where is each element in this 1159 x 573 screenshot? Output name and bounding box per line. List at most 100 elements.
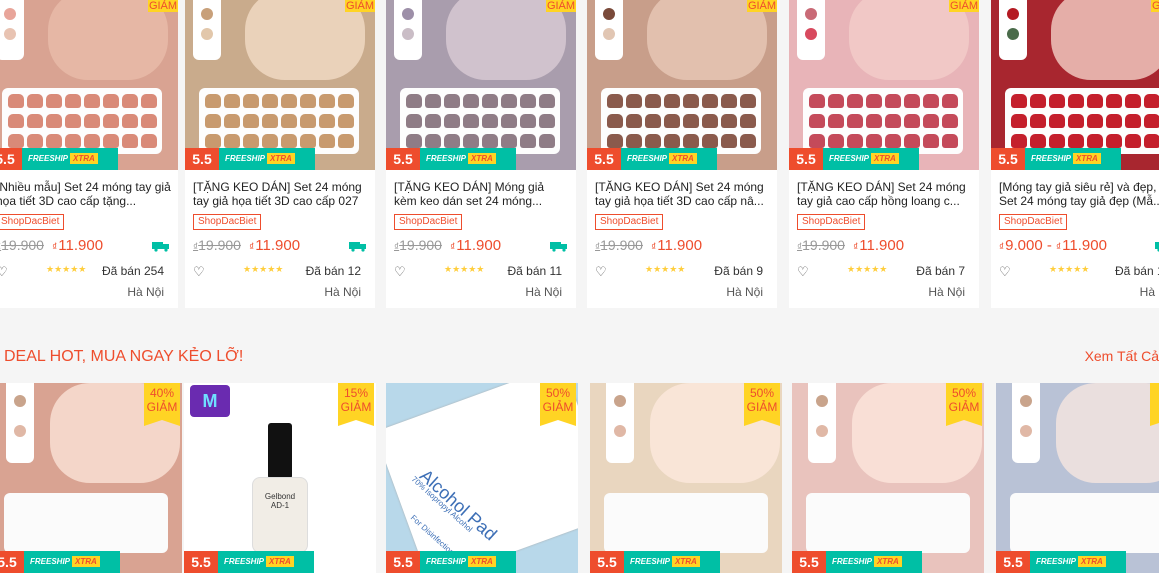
product-name[interactable]: [Nhiều mẫu] Set 24 móng tay giả họa tiết… xyxy=(0,180,172,208)
deal-card[interactable]: 40% GIẢM 5.5 FREESHIP XTRA xyxy=(0,383,182,573)
deal-card[interactable]: Alcohol Pad 70% Isopropyl Alcohol For Di… xyxy=(386,383,578,573)
discount-badge: GIẢM xyxy=(747,0,777,12)
nail-tip xyxy=(664,94,680,108)
nail-tip xyxy=(1125,114,1141,128)
heart-icon[interactable]: ♡ xyxy=(595,264,607,280)
nail-tip xyxy=(501,114,517,128)
product-image[interactable]: GIẢM 5.5 FREESHIPXTRA xyxy=(185,0,375,170)
shop-tag: ShopDacBiet xyxy=(595,214,664,230)
product-card[interactable]: GIẢM 5.5 FREESHIP XTRA [TẶNG KEO DÁN] Set… xyxy=(587,0,777,308)
product-card[interactable]: GIẢM 5.5 FREESHIP XTRA [TẶNG KEO DÁN] Món… xyxy=(386,0,576,308)
nail-tip xyxy=(885,94,901,108)
discount-badge: GIẢM xyxy=(546,0,576,12)
nail-tray xyxy=(806,493,970,553)
promo-tag: 5.5 xyxy=(590,551,624,573)
product-name[interactable]: [TẶNG KEO DÁN] Set 24 móng tay giả họa t… xyxy=(193,180,369,208)
color-swatches xyxy=(0,0,24,60)
discount-badge: GIẢM xyxy=(345,0,375,12)
nail-tip xyxy=(141,114,157,128)
rating-stars: ★★★★★ xyxy=(46,264,87,274)
heart-icon[interactable]: ♡ xyxy=(999,264,1011,280)
product-row-1: GIẢM 5.5 FREESHIPXTRA [Nhiều mẫu] Set 24… xyxy=(0,0,1159,310)
sold-count: Đã bán 254 xyxy=(101,264,164,278)
nail-tip xyxy=(482,134,498,148)
product-name[interactable]: [TẶNG KEO DÁN] Móng giả kèm keo dán set … xyxy=(394,180,570,208)
nail-tip xyxy=(520,114,536,128)
shop-tag: ShopDacBiet xyxy=(193,214,262,230)
deal-card[interactable]: 50% GIẢM 5.5 FREESHIP XTRA xyxy=(590,383,782,573)
see-all-link[interactable]: Xem Tất Cả xyxy=(1085,348,1159,364)
nail-tip xyxy=(482,114,498,128)
free-shipping-truck-icon xyxy=(349,242,366,252)
product-name[interactable]: [TẶNG KEO DÁN] Set 24 móng tay giả họa t… xyxy=(595,180,771,208)
discount-badge: 40% GIẢM xyxy=(144,383,180,426)
nail-tray xyxy=(199,88,359,154)
nail-tip xyxy=(1087,134,1103,148)
color-swatches xyxy=(999,0,1027,60)
deal-card[interactable]: M Gelbond AD-1 15% GIẢM 5.5 FREESHIP XTRA xyxy=(184,383,376,573)
deal-card[interactable]: 50% GIẢM 5.5 FREESHIP XTRA xyxy=(792,383,984,573)
rating-stars: ★★★★★ xyxy=(243,264,284,274)
nail-tip xyxy=(904,134,920,148)
heart-icon[interactable]: ♡ xyxy=(0,264,8,280)
nail-tip xyxy=(463,134,479,148)
nail-tip xyxy=(122,114,138,128)
freeship-xtra-label: FREESHIP XTRA xyxy=(826,551,922,573)
freeship-xtra-label: FREESHIP XTRA xyxy=(218,551,314,573)
promo-banner: 5.5 FREESHIPXTRA xyxy=(0,148,118,170)
product-image[interactable]: GIẢM 5.5 FREESHIPXTRA xyxy=(386,0,576,170)
nail-tip xyxy=(141,134,157,148)
old-price: 19.900 xyxy=(193,237,241,253)
free-shipping-truck-icon xyxy=(1155,242,1159,252)
nail-tip xyxy=(84,134,100,148)
nail-tip xyxy=(300,114,316,128)
heart-icon[interactable]: ♡ xyxy=(193,264,205,280)
nail-tip xyxy=(923,94,939,108)
hand-photo xyxy=(446,0,566,80)
heart-icon[interactable]: ♡ xyxy=(797,264,809,280)
product-price: 19.900 11.900 xyxy=(394,237,501,254)
location: Hà Nội xyxy=(928,285,965,299)
product-name[interactable]: [Móng tay giả siêu rẻ] và đẹp, Set 24 mó… xyxy=(999,180,1159,208)
product-image[interactable]: GIẢM 5.5 FREESHIPXTRA xyxy=(991,0,1159,170)
nail-tip xyxy=(425,134,441,148)
nail-tip xyxy=(664,134,680,148)
nail-tip xyxy=(262,134,278,148)
nail-tip xyxy=(645,114,661,128)
product-card[interactable]: GIẢM 5.5 FREESHIP XTRA [TẶNG KEO DÁN] Set… xyxy=(789,0,979,308)
nail-tip xyxy=(923,114,939,128)
nail-tip xyxy=(740,94,756,108)
nail-tip xyxy=(338,134,354,148)
nail-tip xyxy=(65,114,81,128)
nail-tip xyxy=(942,134,958,148)
promo-tag: 5.5 xyxy=(184,551,218,573)
nail-tip xyxy=(626,134,642,148)
promo-banner: 5.5 FREESHIPXTRA xyxy=(587,148,717,170)
deal-card[interactable]: 5 5.5 FREESHIPXTRA xyxy=(996,383,1159,573)
nail-tip xyxy=(8,114,24,128)
product-card[interactable]: GIẢM 5.5 FREESHIPXTRA [Móng tay giả siêu… xyxy=(991,0,1159,308)
nail-tip xyxy=(828,134,844,148)
nail-tip xyxy=(683,134,699,148)
location: Hà Nội xyxy=(324,285,361,299)
promo-banner: 5.5 FREESHIPXTRA xyxy=(386,148,516,170)
product-image[interactable]: GIẢM 5.5 FREESHIPXTRA xyxy=(587,0,777,170)
freeship-xtra-label: FREESHIP XTRA xyxy=(22,148,118,170)
nail-tip xyxy=(262,114,278,128)
product-image[interactable]: GIẢM 5.5 FREESHIPXTRA xyxy=(789,0,979,170)
old-price: 19.900 xyxy=(797,237,845,253)
product-card[interactable]: GIẢM 5.5 FREESHIP XTRA [TẶNG KEO DÁN] Set… xyxy=(185,0,375,308)
nail-tip xyxy=(1087,94,1103,108)
freeship-xtra-label: FREESHIP XTRA xyxy=(624,551,720,573)
nail-tip xyxy=(702,114,718,128)
product-card[interactable]: GIẢM 5.5 FREESHIPXTRA [Nhiều mẫu] Set 24… xyxy=(0,0,178,308)
discount-badge: 50% GIẢM xyxy=(744,383,780,426)
freeship-xtra-label: FREESHIP XTRA xyxy=(219,148,315,170)
product-image[interactable]: GIẢM 5.5 FREESHIPXTRA xyxy=(0,0,178,170)
nail-tip xyxy=(46,114,62,128)
color-swatches xyxy=(394,0,422,60)
nail-tip xyxy=(1049,94,1065,108)
nail-tip xyxy=(942,94,958,108)
product-name[interactable]: [TẶNG KEO DÁN] Set 24 móng tay giả cao c… xyxy=(797,180,973,208)
heart-icon[interactable]: ♡ xyxy=(394,264,406,280)
